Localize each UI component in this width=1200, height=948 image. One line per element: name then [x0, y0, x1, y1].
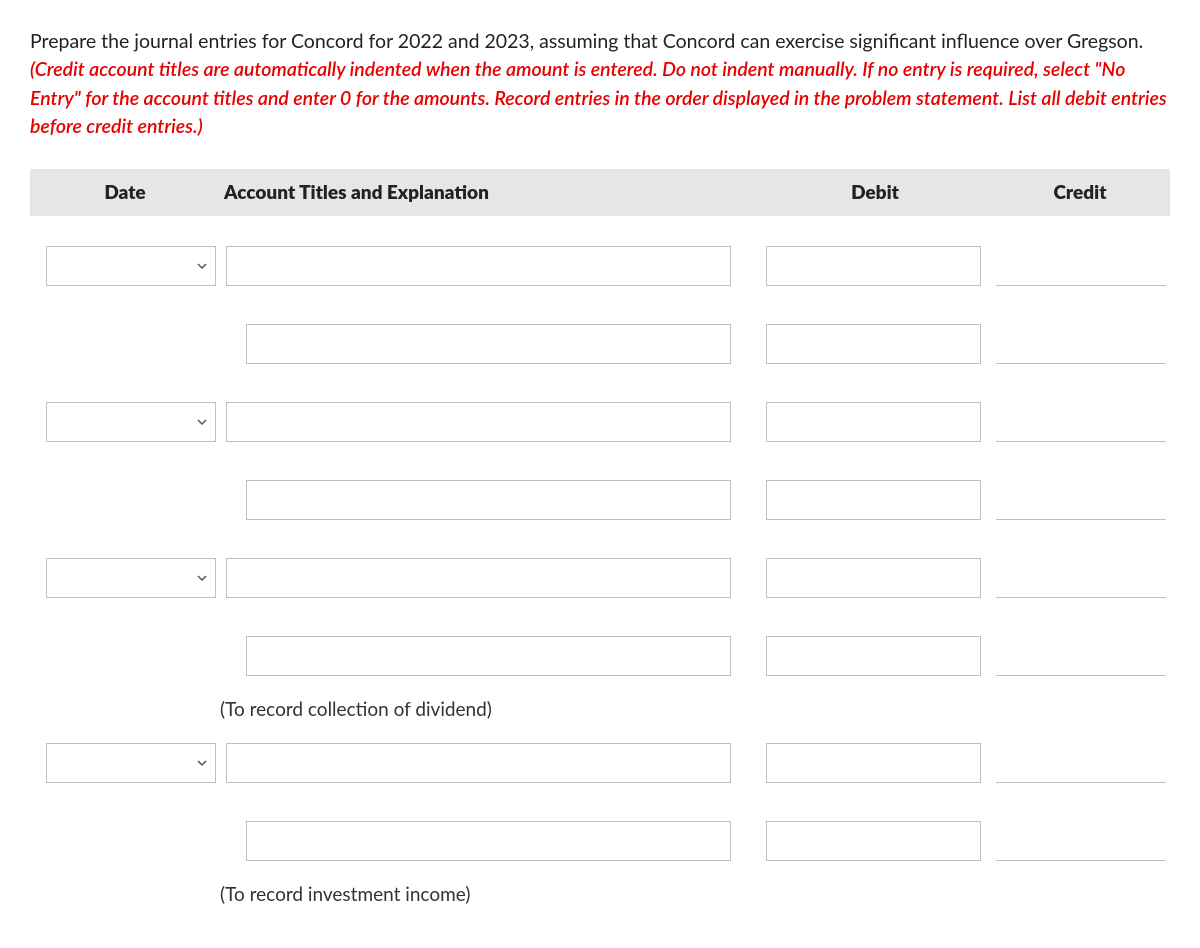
col-header-account: Account Titles and Explanation — [220, 169, 760, 216]
debit-amount-input[interactable] — [766, 821, 981, 861]
date-select[interactable] — [46, 743, 216, 783]
account-title-input[interactable] — [246, 480, 731, 520]
table-row — [30, 394, 1170, 450]
table-header-row: Date Account Titles and Explanation Debi… — [30, 169, 1170, 216]
table-row — [30, 813, 1170, 869]
table-row — [30, 628, 1170, 684]
problem-instructions: Prepare the journal entries for Concord … — [30, 28, 1170, 141]
account-title-input[interactable] — [246, 324, 731, 364]
debit-amount-input[interactable] — [766, 246, 981, 286]
debit-amount-input[interactable] — [766, 402, 981, 442]
credit-amount-input[interactable] — [996, 636, 1166, 676]
debit-amount-input[interactable] — [766, 636, 981, 676]
table-row — [30, 316, 1170, 372]
debit-amount-input[interactable] — [766, 743, 981, 783]
table-row: (To record collection of dividend) — [30, 684, 1170, 735]
table-row — [30, 735, 1170, 791]
account-title-input[interactable] — [246, 636, 731, 676]
account-title-input[interactable] — [226, 402, 731, 442]
journal-entry-table: Date Account Titles and Explanation Debi… — [30, 169, 1170, 920]
date-select[interactable] — [46, 558, 216, 598]
col-header-credit: Credit — [990, 169, 1170, 216]
credit-amount-input[interactable] — [996, 324, 1166, 364]
debit-amount-input[interactable] — [766, 324, 981, 364]
table-row — [30, 238, 1170, 294]
col-header-date: Date — [30, 169, 220, 216]
debit-amount-input[interactable] — [766, 480, 981, 520]
credit-amount-input[interactable] — [996, 402, 1166, 442]
entry-caption-income: (To record investment income) — [220, 869, 760, 920]
date-select[interactable] — [46, 246, 216, 286]
account-title-input[interactable] — [246, 821, 731, 861]
credit-amount-input[interactable] — [996, 821, 1166, 861]
account-title-input[interactable] — [226, 246, 731, 286]
credit-amount-input[interactable] — [996, 558, 1166, 598]
debit-amount-input[interactable] — [766, 558, 981, 598]
instructions-main: Prepare the journal entries for Concord … — [30, 30, 1143, 53]
instructions-red-note: (Credit account titles are automatically… — [30, 58, 1167, 138]
col-header-debit: Debit — [760, 169, 990, 216]
table-row — [30, 472, 1170, 528]
credit-amount-input[interactable] — [996, 480, 1166, 520]
credit-amount-input[interactable] — [996, 743, 1166, 783]
table-row: (To record investment income) — [30, 869, 1170, 920]
account-title-input[interactable] — [226, 558, 731, 598]
table-row — [30, 550, 1170, 606]
entry-caption-dividend: (To record collection of dividend) — [220, 684, 760, 735]
account-title-input[interactable] — [226, 743, 731, 783]
date-select[interactable] — [46, 402, 216, 442]
credit-amount-input[interactable] — [996, 246, 1166, 286]
